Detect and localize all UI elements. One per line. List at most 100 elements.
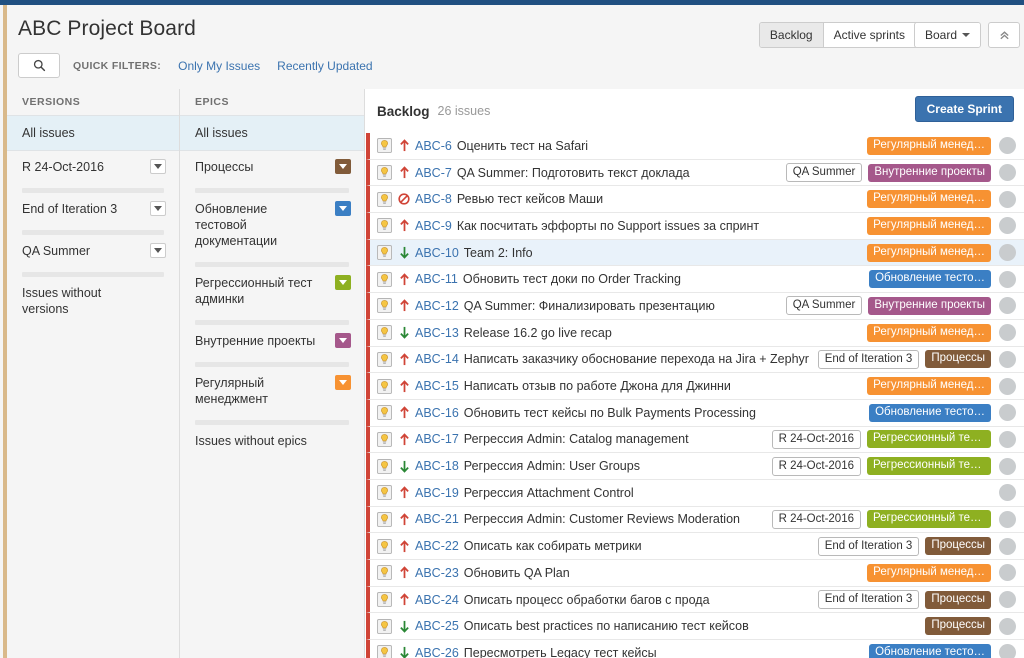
sidebar-item-version-menu-chevron-down-icon[interactable]: [150, 243, 166, 258]
avatar[interactable]: [999, 404, 1016, 422]
issue-version-tag[interactable]: End of Iteration 3: [817, 536, 920, 556]
backlog-issue-row[interactable]: ABC-23 Обновить QA Plan Регулярный менед…: [366, 560, 1024, 587]
avatar[interactable]: [999, 244, 1016, 262]
sidebar-item-epic-2[interactable]: Регрессионный тест админки: [180, 267, 364, 315]
avatar[interactable]: [999, 564, 1016, 582]
avatar[interactable]: [999, 164, 1016, 182]
backlog-issue-row[interactable]: ABC-9 Как посчитать эффорты по Support is…: [366, 213, 1024, 240]
issue-version-tag[interactable]: R 24-Oct-2016: [771, 456, 861, 476]
issue-key-link[interactable]: ABC-7: [415, 166, 452, 180]
issue-epic-tag[interactable]: Обновление тесто…: [869, 643, 991, 658]
sidebar-item-epic-1[interactable]: Обновление тестовой документации: [180, 193, 364, 257]
epics-all-issues[interactable]: All issues: [180, 115, 364, 151]
backlog-issue-row[interactable]: ABC-11 Обновить тест доки по Order Tracki…: [366, 266, 1024, 294]
issue-epic-tag[interactable]: Внутренние проекты: [868, 163, 991, 182]
sidebar-item-version-0[interactable]: R 24-Oct-2016: [7, 151, 179, 183]
epics-without-epics[interactable]: Issues without epics: [180, 425, 364, 457]
issue-epic-tag[interactable]: Регулярный менед…: [867, 323, 991, 342]
issue-epic-tag[interactable]: Регрессионный тес…: [867, 430, 991, 449]
backlog-issue-row[interactable]: ABC-10 Team 2: Info Регулярный менед…: [366, 239, 1024, 267]
issue-key-link[interactable]: ABC-14: [415, 352, 459, 366]
issue-key-link[interactable]: ABC-6: [415, 139, 452, 153]
sidebar-item-epic-0[interactable]: Процессы: [180, 151, 364, 183]
sidebar-item-version-menu-chevron-down-icon[interactable]: [150, 201, 166, 216]
issue-key-link[interactable]: ABC-26: [415, 646, 459, 658]
backlog-issue-row[interactable]: ABC-14 Написать заказчику обоснование пер…: [366, 346, 1024, 374]
avatar[interactable]: [999, 217, 1016, 235]
issue-key-link[interactable]: ABC-11: [415, 272, 458, 286]
issue-key-link[interactable]: ABC-25: [415, 619, 459, 633]
issue-version-tag[interactable]: QA Summer: [785, 163, 863, 183]
issue-key-link[interactable]: ABC-8: [415, 192, 452, 206]
issue-key-link[interactable]: ABC-24: [415, 593, 459, 607]
backlog-issue-row[interactable]: ABC-13 Release 16.2 go live recap Регулярн…: [366, 319, 1024, 347]
backlog-issue-row[interactable]: ABC-24 Описать процесс обработки багов с …: [366, 586, 1024, 614]
avatar[interactable]: [999, 537, 1016, 555]
issue-epic-tag[interactable]: Процессы: [925, 537, 991, 556]
backlog-issue-row[interactable]: ABC-8 Ревью тест кейсов Маши Регулярный ме…: [366, 186, 1024, 214]
avatar[interactable]: [999, 457, 1016, 475]
backlog-issue-row[interactable]: ABC-18 Регрессия Admin: User Groups R 24-O…: [366, 453, 1024, 480]
backlog-issue-row[interactable]: ABC-26 Пересмотреть Legacy тест кейсы Обно…: [366, 640, 1024, 658]
issue-key-link[interactable]: ABC-23: [415, 566, 459, 580]
issue-epic-tag[interactable]: Процессы: [925, 617, 991, 636]
issue-key-link[interactable]: ABC-15: [415, 379, 459, 393]
avatar[interactable]: [999, 617, 1016, 635]
backlog-issue-row[interactable]: ABC-7 QA Summer: Подготовить текст доклад…: [366, 159, 1024, 187]
versions-all-issues[interactable]: All issues: [7, 115, 179, 151]
avatar[interactable]: [999, 510, 1016, 528]
sidebar-item-epic-menu-chevron-down-icon[interactable]: [335, 159, 351, 174]
issue-version-tag[interactable]: QA Summer: [785, 296, 863, 316]
backlog-issue-row[interactable]: ABC-17 Регрессия Admin: Catalog managemen…: [366, 426, 1024, 454]
sidebar-item-epic-4[interactable]: Регулярный менеджмент: [180, 367, 364, 415]
issue-key-link[interactable]: ABC-9: [415, 219, 452, 233]
issue-epic-tag[interactable]: Процессы: [925, 590, 991, 609]
sidebar-item-epic-menu-chevron-down-icon[interactable]: [335, 201, 351, 216]
issue-key-link[interactable]: ABC-18: [415, 459, 459, 473]
issue-version-tag[interactable]: End of Iteration 3: [817, 590, 920, 610]
sidebar-item-version-menu-chevron-down-icon[interactable]: [150, 159, 166, 174]
backlog-issue-row[interactable]: ABC-22 Описать как собирать метрики End of…: [366, 533, 1024, 560]
collapse-header-button[interactable]: [988, 22, 1020, 48]
backlog-issue-row[interactable]: ABC-12 QA Summer: Финализировать презента…: [366, 293, 1024, 320]
issue-epic-tag[interactable]: Регулярный менед…: [867, 136, 991, 155]
issue-epic-tag[interactable]: Регрессионный тес…: [867, 510, 991, 529]
issue-key-link[interactable]: ABC-21: [415, 512, 459, 526]
avatar[interactable]: [999, 591, 1016, 609]
backlog-issue-row[interactable]: ABC-19 Регрессия Attachment Control: [366, 479, 1024, 507]
issue-key-link[interactable]: ABC-16: [415, 406, 459, 420]
sidebar-item-epic-menu-chevron-down-icon[interactable]: [335, 375, 351, 390]
avatar[interactable]: [999, 297, 1016, 315]
issue-epic-tag[interactable]: Процессы: [925, 350, 991, 369]
avatar[interactable]: [999, 137, 1016, 155]
sidebar-item-version-1[interactable]: End of Iteration 3: [7, 193, 179, 225]
quick-filter-recently-updated[interactable]: Recently Updated: [277, 59, 372, 73]
avatar[interactable]: [999, 324, 1016, 342]
issue-key-link[interactable]: ABC-12: [415, 299, 459, 313]
issue-version-tag[interactable]: End of Iteration 3: [817, 349, 920, 369]
issue-epic-tag[interactable]: Регулярный менед…: [867, 243, 991, 262]
issue-key-link[interactable]: ABC-19: [415, 486, 459, 500]
quick-filter-only-my-issues[interactable]: Only My Issues: [178, 59, 260, 73]
avatar[interactable]: [999, 484, 1016, 502]
issue-epic-tag[interactable]: Внутренние проекты: [868, 296, 991, 315]
avatar[interactable]: [999, 430, 1016, 448]
tab-active-sprints[interactable]: Active sprints: [823, 23, 916, 47]
backlog-issue-row[interactable]: ABC-6 Оценить тест на Safari Регулярный ме…: [366, 133, 1024, 160]
issue-key-link[interactable]: ABC-13: [415, 326, 459, 340]
issue-version-tag[interactable]: R 24-Oct-2016: [771, 429, 861, 449]
sidebar-item-epic-menu-chevron-down-icon[interactable]: [335, 333, 351, 348]
issue-epic-tag[interactable]: Регулярный менед…: [867, 563, 991, 582]
issue-key-link[interactable]: ABC-22: [415, 539, 459, 553]
sidebar-item-epic-3[interactable]: Внутренние проекты: [180, 325, 364, 357]
search-input[interactable]: [18, 53, 60, 78]
issue-epic-tag[interactable]: Обновление тесто…: [869, 403, 991, 422]
versions-without-versions[interactable]: Issues without versions: [7, 277, 179, 325]
backlog-issue-row[interactable]: ABC-15 Написать отзыв по работе Джона для…: [366, 373, 1024, 400]
avatar[interactable]: [999, 350, 1016, 368]
tab-backlog[interactable]: Backlog: [759, 23, 824, 47]
issue-epic-tag[interactable]: Регрессионный тес…: [867, 457, 991, 476]
issue-key-link[interactable]: ABC-17: [415, 432, 459, 446]
backlog-issue-row[interactable]: ABC-25 Описать best practices по написани…: [366, 613, 1024, 641]
avatar[interactable]: [999, 190, 1016, 208]
